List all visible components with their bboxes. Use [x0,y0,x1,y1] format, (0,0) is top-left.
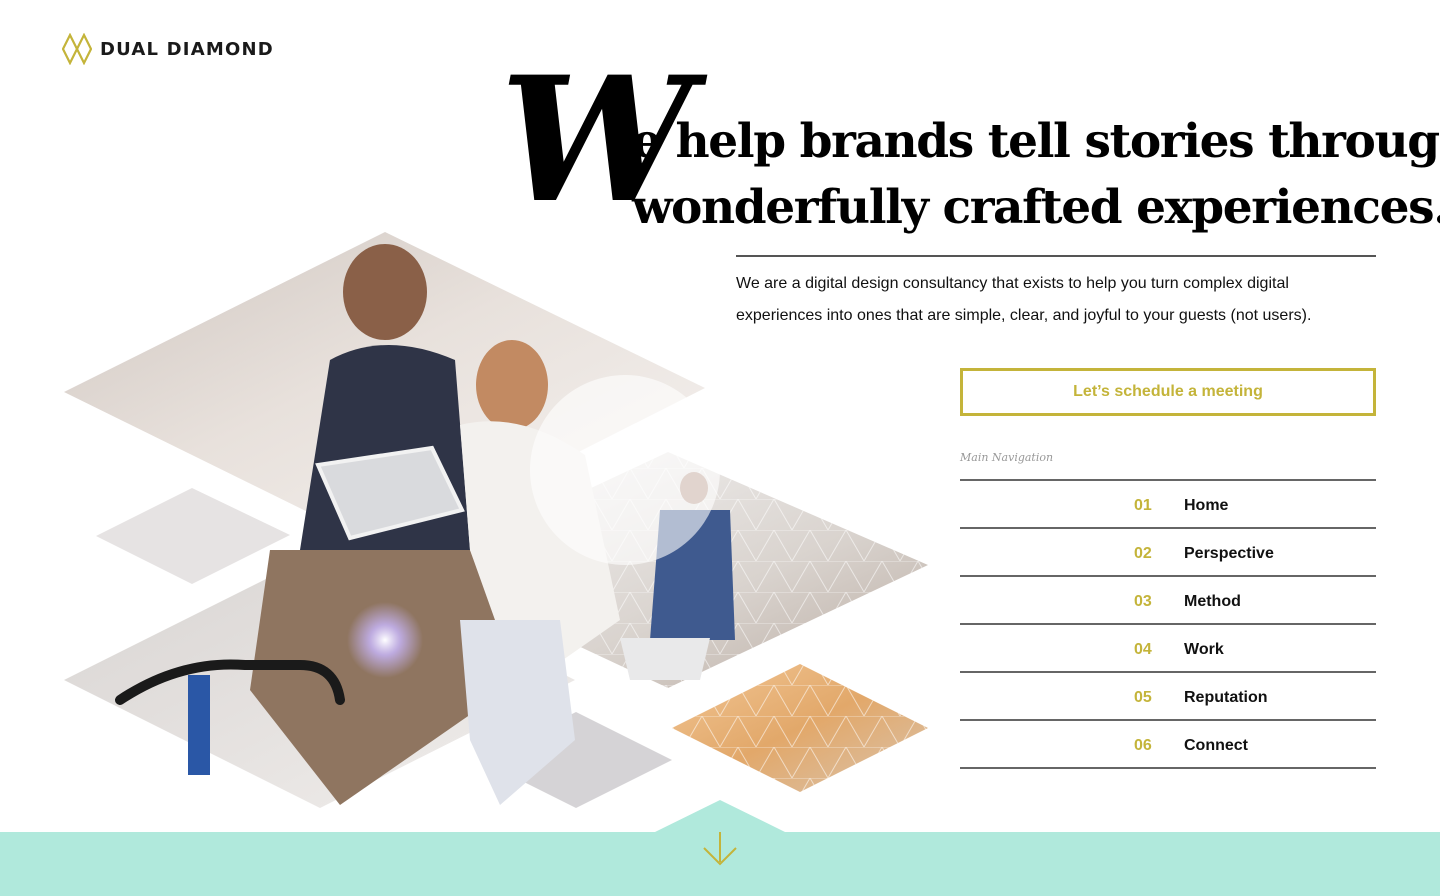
nav-item-label: Connect [1184,737,1248,754]
schedule-meeting-button[interactable]: Let’s schedule a meeting [960,368,1376,416]
arrow-down-icon[interactable] [700,828,740,870]
nav-item-number: 03 [1134,593,1152,610]
nav-item-work[interactable]: 04 Work [960,625,1376,673]
nav-item-label: Reputation [1184,689,1268,706]
headline-line-1: e help brands tell stories through [632,114,1440,169]
nav-item-label: Home [1184,497,1229,514]
logo[interactable]: DUAL DIAMOND [62,33,274,65]
nav-item-number: 04 [1134,641,1152,658]
nav-item-home[interactable]: 01 Home [960,481,1376,529]
nav-item-label: Perspective [1184,545,1274,562]
nav-item-connect[interactable]: 06 Connect [960,721,1376,769]
nav-item-label: Method [1184,593,1241,610]
nav-item-number: 06 [1134,737,1152,754]
nav-item-method[interactable]: 03 Method [960,577,1376,625]
nav-item-number: 05 [1134,689,1152,706]
logo-text: DUAL DIAMOND [100,38,274,60]
nav-item-perspective[interactable]: 02 Perspective [960,529,1376,577]
dual-diamond-icon [62,33,92,65]
nav-caption: Main Navigation [960,451,1054,464]
nav-item-number: 01 [1134,497,1152,514]
hero-photo-collage [64,232,928,808]
nav-item-number: 02 [1134,545,1152,562]
main-navigation: 01 Home 02 Perspective 03 Method 04 Work… [960,479,1376,769]
nav-item-label: Work [1184,641,1224,658]
hero-headline: W e help brands tell stories through won… [500,54,1440,238]
nav-item-reputation[interactable]: 05 Reputation [960,673,1376,721]
